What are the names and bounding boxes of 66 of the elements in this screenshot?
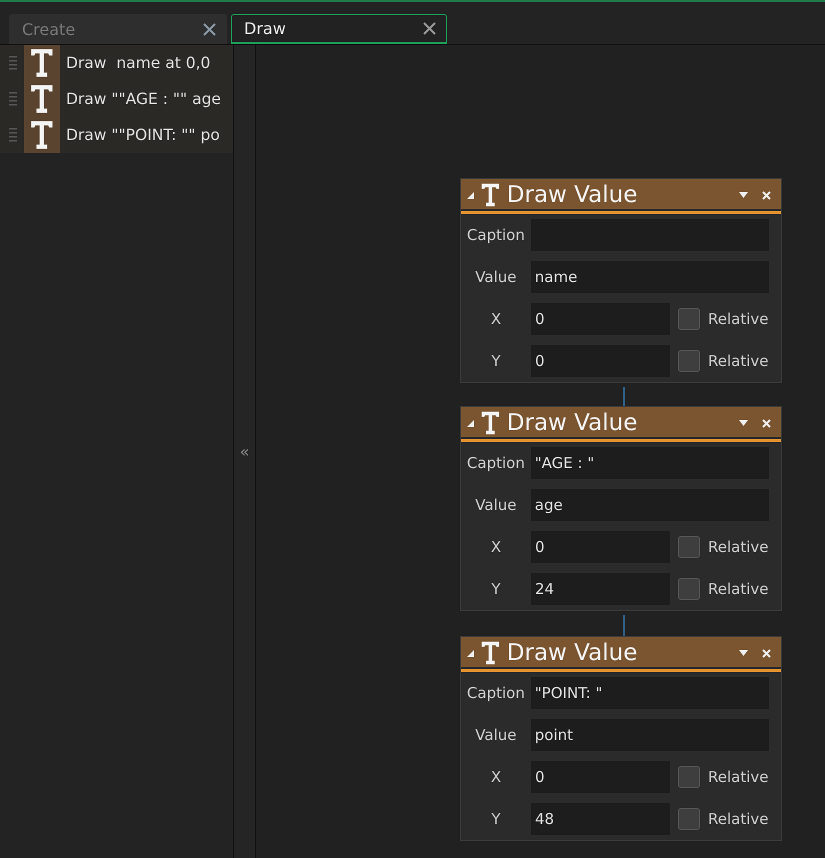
- field-label: X: [490, 768, 502, 786]
- checkbox[interactable]: [678, 766, 700, 788]
- input-field[interactable]: age: [530, 489, 769, 521]
- node-header[interactable]: Draw Value: [461, 637, 781, 672]
- letter-t-icon: [29, 47, 55, 79]
- letter-t-icon: [29, 83, 55, 115]
- field-label: X: [490, 538, 502, 556]
- checkbox-label: Relative: [708, 310, 768, 328]
- close-icon[interactable]: [423, 22, 436, 35]
- action-item[interactable]: Draw name at 0,0: [0, 45, 233, 81]
- node-header[interactable]: Draw Value: [461, 179, 781, 214]
- connector-line: [623, 615, 625, 636]
- field-label: Caption: [466, 684, 526, 702]
- input-field[interactable]: point: [530, 719, 769, 751]
- checkbox[interactable]: [678, 350, 700, 372]
- field-label: X: [490, 310, 502, 328]
- collapse-toggle[interactable]: «: [240, 442, 250, 461]
- checkbox[interactable]: [678, 578, 700, 600]
- node-title: Draw Value: [506, 410, 638, 436]
- field-label: Value: [474, 496, 518, 514]
- splitter-bar[interactable]: «: [234, 45, 256, 858]
- collapse-triangle-icon[interactable]: [467, 420, 474, 426]
- dropdown-caret-icon[interactable]: [739, 192, 748, 198]
- tab[interactable]: Draw: [231, 14, 447, 44]
- field-label: Value: [474, 268, 518, 286]
- checkbox[interactable]: [678, 808, 700, 830]
- input-field[interactable]: 0: [531, 761, 670, 793]
- node-title: Draw Value: [506, 640, 638, 666]
- dropdown-caret-icon[interactable]: [739, 650, 748, 656]
- node-title: Draw Value: [506, 182, 638, 208]
- action-item[interactable]: Draw ""POINT: "" po: [0, 117, 233, 153]
- input-field[interactable]: 0: [531, 345, 670, 377]
- field-label: Caption: [466, 454, 526, 472]
- collapse-triangle-icon[interactable]: [467, 650, 474, 656]
- input-field[interactable]: 24: [531, 573, 670, 605]
- input-field[interactable]: 48: [531, 803, 670, 835]
- drag-handle-icon[interactable]: [8, 55, 18, 71]
- dropdown-caret-icon[interactable]: [739, 420, 748, 426]
- node-header[interactable]: Draw Value: [461, 407, 781, 442]
- drag-handle-icon[interactable]: [8, 91, 18, 107]
- checkbox-label: Relative: [708, 580, 768, 598]
- letter-t-icon: [480, 410, 501, 436]
- checkbox-label: Relative: [708, 768, 768, 786]
- drag-handle-icon[interactable]: [8, 127, 18, 143]
- input-field[interactable]: name: [530, 261, 769, 293]
- letter-t-icon: [480, 640, 501, 666]
- input-field[interactable]: "POINT: ": [530, 677, 769, 709]
- field-label: Value: [474, 726, 518, 744]
- checkbox-label: Relative: [708, 538, 768, 556]
- field-label: Y: [490, 580, 502, 598]
- field-label: Caption: [466, 226, 526, 244]
- connector-line: [623, 387, 625, 406]
- input-field[interactable]: 0: [531, 303, 670, 335]
- letter-t-icon: [29, 119, 55, 151]
- close-icon[interactable]: [203, 23, 216, 36]
- checkbox[interactable]: [678, 308, 700, 330]
- collapse-triangle-icon[interactable]: [467, 192, 474, 198]
- checkbox-label: Relative: [708, 810, 768, 828]
- checkbox[interactable]: [678, 536, 700, 558]
- action-item[interactable]: Draw ""AGE : "" age: [0, 81, 233, 117]
- field-label: Y: [490, 352, 502, 370]
- checkbox-label: Relative: [708, 352, 768, 370]
- field-label: Y: [490, 810, 502, 828]
- input-field[interactable]: "AGE : ": [530, 447, 769, 479]
- input-field[interactable]: 0: [531, 531, 670, 563]
- letter-t-icon: [480, 182, 501, 208]
